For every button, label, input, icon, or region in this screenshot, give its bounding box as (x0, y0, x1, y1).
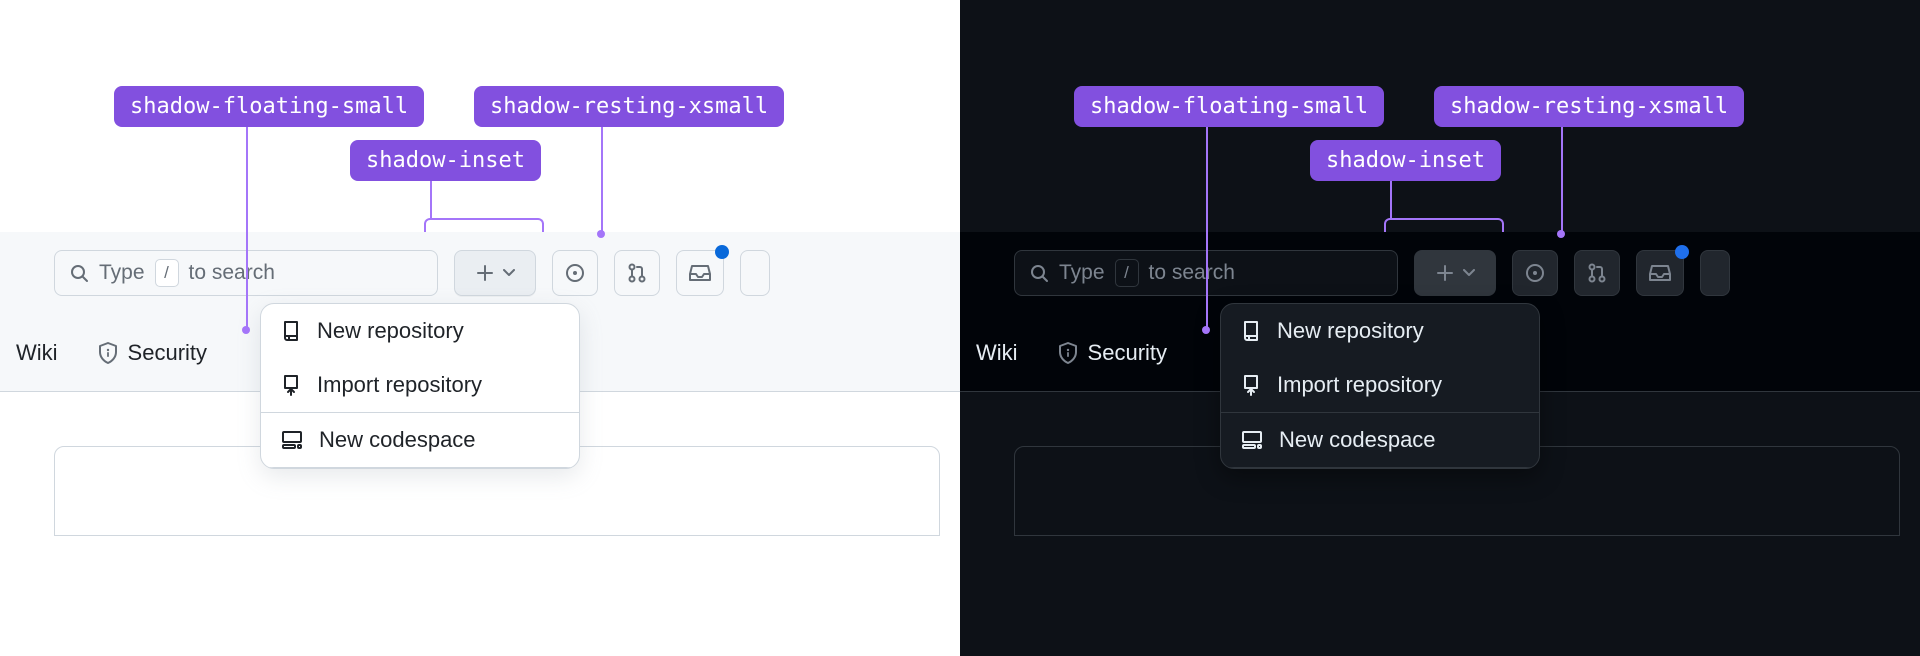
dark-theme-panel: shadow-floating-small shadow-inset shado… (960, 0, 1920, 656)
menu-separator (1221, 467, 1539, 468)
annotation-shadow-resting-xsmall: shadow-resting-xsmall (474, 86, 784, 127)
annotation-bracket (424, 218, 544, 232)
annotation-shadow-resting-xsmall: shadow-resting-xsmall (1434, 86, 1744, 127)
plus-icon (1435, 263, 1455, 283)
annotation-line (1561, 126, 1563, 232)
annotation-line (430, 180, 432, 220)
git-pull-request-icon (627, 263, 647, 283)
annotation-line (1390, 180, 1392, 220)
create-new-menu: New repository Import repository New cod… (260, 303, 580, 469)
annotation-label: shadow-inset (1326, 148, 1485, 173)
pull-requests-button[interactable] (614, 250, 660, 296)
repo-icon (1241, 320, 1261, 342)
menu-item-new-codespace[interactable]: New codespace (261, 413, 579, 467)
codespaces-icon (1241, 430, 1263, 450)
tab-label: Wiki (16, 340, 58, 366)
caret-down-icon (1463, 269, 1475, 277)
codespaces-icon (281, 430, 303, 450)
tab-wiki[interactable]: Wiki (966, 332, 1028, 374)
plus-icon (475, 263, 495, 283)
repo-icon (281, 320, 301, 342)
repo-push-icon (1241, 374, 1261, 396)
annotation-label: shadow-floating-small (1090, 94, 1368, 119)
repo-push-icon (281, 374, 301, 396)
overflow-button-clipped[interactable] (1700, 250, 1730, 296)
annotation-bracket (1384, 218, 1504, 232)
search-icon (69, 263, 89, 283)
menu-item-new-repository[interactable]: New repository (1221, 304, 1539, 358)
menu-item-label: New repository (317, 318, 464, 344)
annotation-shadow-inset: shadow-inset (350, 140, 541, 181)
inbox-button[interactable] (1636, 250, 1684, 296)
menu-separator (261, 467, 579, 468)
menu-item-import-repository[interactable]: Import repository (1221, 358, 1539, 412)
annotation-endpoint-dot (597, 230, 605, 238)
menu-item-new-repository[interactable]: New repository (261, 304, 579, 358)
inbox-button[interactable] (676, 250, 724, 296)
tab-wiki[interactable]: Wiki (6, 332, 68, 374)
annotation-endpoint-dot (242, 326, 250, 334)
menu-item-new-codespace[interactable]: New codespace (1221, 413, 1539, 467)
issues-button[interactable] (1512, 250, 1558, 296)
caret-down-icon (503, 269, 515, 277)
tab-security[interactable]: Security (88, 332, 217, 374)
annotation-line (601, 126, 603, 232)
search-suffix-text: to search (1149, 261, 1235, 285)
pull-requests-button[interactable] (1574, 250, 1620, 296)
overflow-button-clipped[interactable] (740, 250, 770, 296)
issue-opened-icon (1525, 263, 1545, 283)
search-prefix-text: Type (99, 261, 145, 285)
annotation-shadow-floating-small: shadow-floating-small (1074, 86, 1384, 127)
header-toolbar: Type / to search (0, 232, 960, 314)
menu-item-label: New repository (1277, 318, 1424, 344)
annotation-endpoint-dot (1202, 326, 1210, 334)
light-theme-panel: shadow-floating-small shadow-inset shado… (0, 0, 960, 656)
annotation-label: shadow-floating-small (130, 94, 408, 119)
tab-label: Wiki (976, 340, 1018, 366)
search-icon (1029, 263, 1049, 283)
menu-item-import-repository[interactable]: Import repository (261, 358, 579, 412)
tab-label: Security (128, 340, 207, 366)
inbox-icon (689, 263, 711, 283)
menu-item-label: New codespace (319, 427, 476, 453)
menu-item-label: New codespace (1279, 427, 1436, 453)
search-key-hint: / (1115, 259, 1139, 287)
tab-security[interactable]: Security (1048, 332, 1177, 374)
annotation-shadow-inset: shadow-inset (1310, 140, 1501, 181)
search-key-hint: / (155, 259, 179, 287)
notification-dot (715, 245, 729, 259)
git-pull-request-icon (1587, 263, 1607, 283)
annotation-label: shadow-resting-xsmall (1450, 94, 1728, 119)
annotation-endpoint-dot (1557, 230, 1565, 238)
create-new-button[interactable] (1414, 250, 1496, 296)
notification-dot (1675, 245, 1689, 259)
menu-item-label: Import repository (317, 372, 482, 398)
annotation-label: shadow-resting-xsmall (490, 94, 768, 119)
create-new-button[interactable] (454, 250, 536, 296)
search-suffix-text: to search (189, 261, 275, 285)
issue-opened-icon (565, 263, 585, 283)
search-prefix-text: Type (1059, 261, 1105, 285)
annotation-line (246, 126, 248, 328)
inbox-icon (1649, 263, 1671, 283)
shield-icon (1058, 342, 1078, 364)
annotation-label: shadow-inset (366, 148, 525, 173)
tab-label: Security (1088, 340, 1167, 366)
annotation-shadow-floating-small: shadow-floating-small (114, 86, 424, 127)
menu-item-label: Import repository (1277, 372, 1442, 398)
annotation-line (1206, 126, 1208, 328)
shield-icon (98, 342, 118, 364)
header-toolbar: Type / to search (960, 232, 1920, 314)
create-new-menu: New repository Import repository New cod… (1220, 303, 1540, 469)
issues-button[interactable] (552, 250, 598, 296)
